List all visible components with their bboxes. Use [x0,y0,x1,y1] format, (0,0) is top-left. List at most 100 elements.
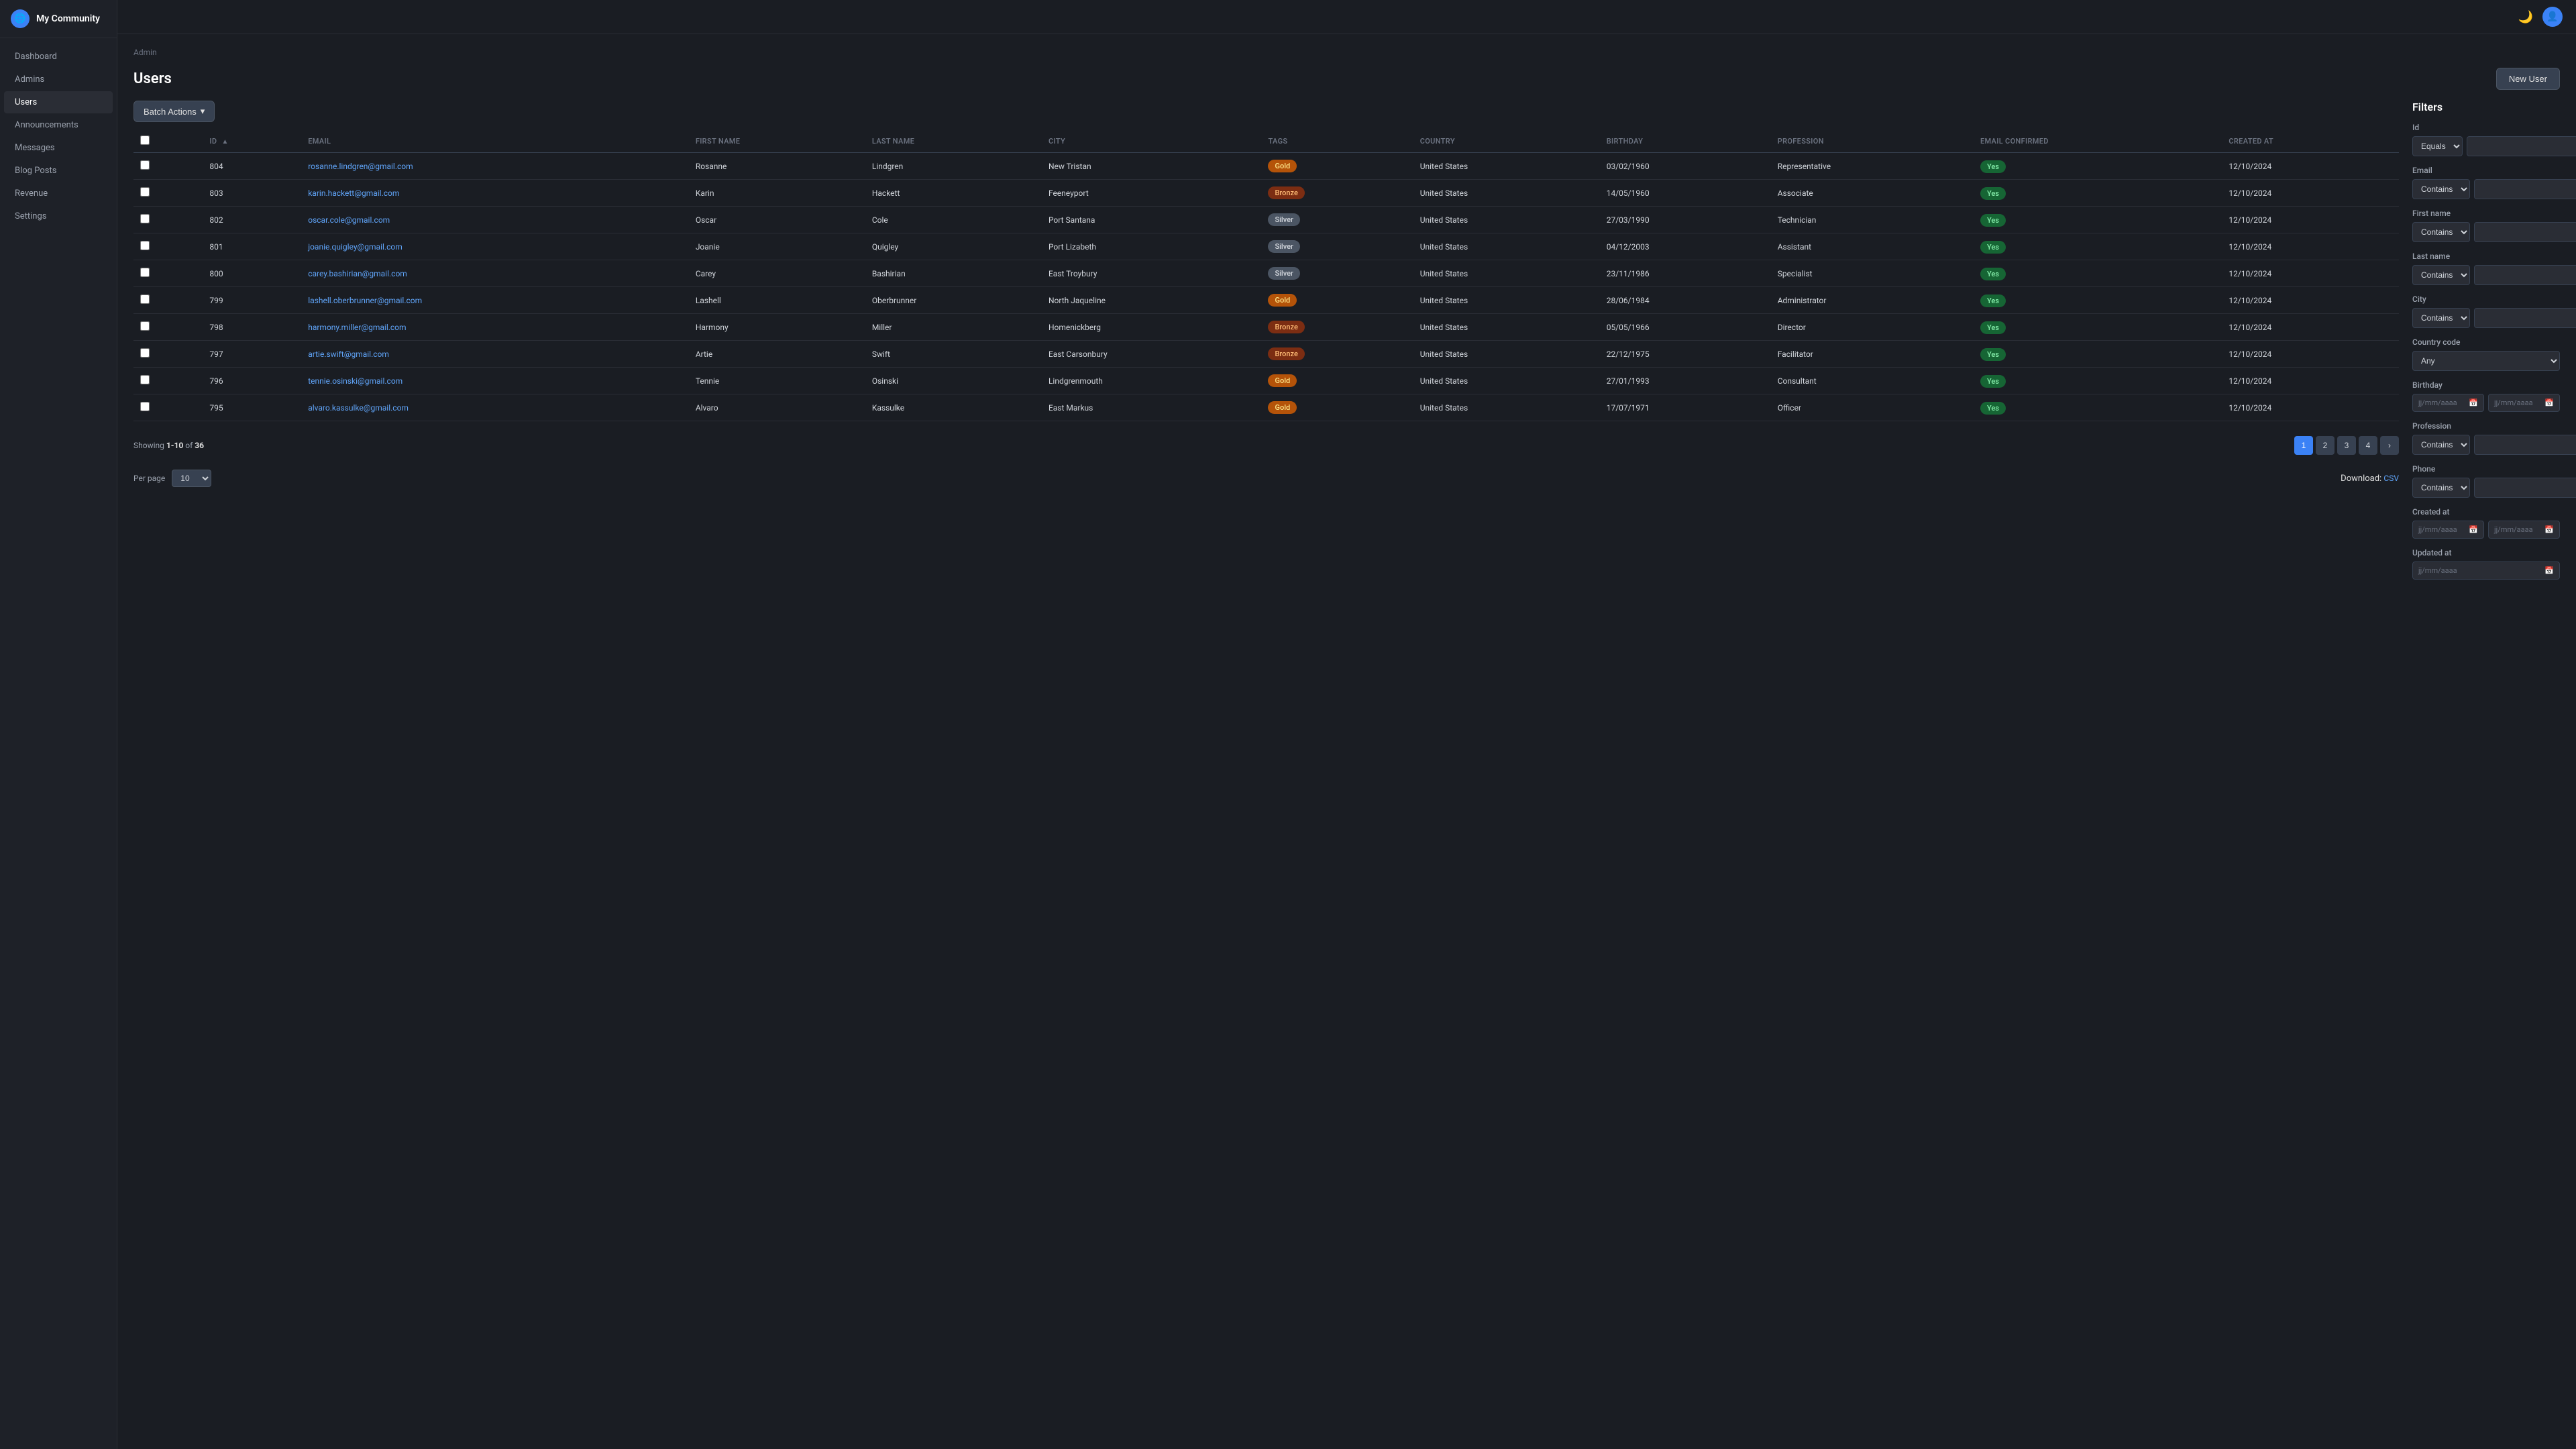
col-last-name: LAST NAME [865,130,1042,153]
email-link[interactable]: alvaro.kassulke@gmail.com [308,403,409,413]
row-checkbox[interactable] [140,187,150,197]
cell-birthday: 28/06/1984 [1600,287,1771,314]
filter-city-input[interactable] [2474,308,2576,328]
cell-id: 804 [203,153,301,180]
page-btn-4[interactable]: 4 [2359,436,2377,455]
user-avatar[interactable]: 👤 [2542,7,2563,27]
filter-birthday-to[interactable]: jj/mm/aaaa 📅 [2488,394,2560,412]
filter-id-input[interactable] [2467,136,2576,156]
page-next-button[interactable]: › [2380,436,2399,455]
row-checkbox[interactable] [140,321,150,331]
filter-phone-input[interactable] [2474,478,2576,498]
email-confirmed-badge: Yes [1980,294,2006,307]
table-row: 799 lashell.oberbrunner@gmail.com Lashel… [133,287,2399,314]
filter-first-name-operator[interactable]: ContainsEquals [2412,222,2470,242]
row-checkbox[interactable] [140,402,150,411]
filter-phone-operator[interactable]: ContainsEquals [2412,478,2470,498]
email-link[interactable]: harmony.miller@gmail.com [308,323,406,332]
row-checkbox[interactable] [140,348,150,358]
sidebar-item-blog-posts[interactable]: Blog Posts [4,160,113,182]
row-checkbox[interactable] [140,160,150,170]
col-email-confirmed: EMAIL CONFIRMED [1974,130,2222,153]
cell-birthday: 22/12/1975 [1600,341,1771,368]
per-page-label: Per page [133,474,165,483]
filter-profession-input[interactable] [2474,435,2576,455]
table-row: 796 tennie.osinski@gmail.com Tennie Osin… [133,368,2399,394]
cell-last-name: Quigley [865,233,1042,260]
cell-id: 795 [203,394,301,421]
page-title: Users [133,70,172,87]
row-checkbox-cell [133,341,203,368]
cell-email-confirmed: Yes [1974,394,2222,421]
download-label: Download: CSV [2341,474,2399,484]
row-checkbox-cell [133,153,203,180]
batch-actions-button[interactable]: Batch Actions ▾ [133,101,215,122]
filter-updated-at-from[interactable]: jj/mm/aaaa 📅 [2412,561,2560,580]
row-checkbox[interactable] [140,241,150,250]
row-checkbox[interactable] [140,214,150,223]
filter-city-operator[interactable]: ContainsEquals [2412,308,2470,328]
cell-first-name: Oscar [689,207,865,233]
sidebar-item-settings[interactable]: Settings [4,205,113,227]
page-btn-3[interactable]: 3 [2337,436,2356,455]
birthday-to-placeholder: jj/mm/aaaa [2494,398,2533,407]
row-checkbox-cell [133,260,203,287]
filter-first-name-input[interactable] [2474,222,2576,242]
filters-panel: Filters Id Equals Email [2412,101,2560,1436]
filter-email-input[interactable] [2474,179,2576,199]
sidebar-item-admins[interactable]: Admins [4,68,113,91]
csv-download-link[interactable]: CSV [2383,474,2399,483]
email-link[interactable]: tennie.osinski@gmail.com [308,376,402,386]
filter-created-at-to[interactable]: jj/mm/aaaa 📅 [2488,521,2560,539]
email-link[interactable]: lashell.oberbrunner@gmail.com [308,296,422,305]
theme-toggle-icon[interactable]: 🌙 [2518,10,2533,24]
cell-email-confirmed: Yes [1974,180,2222,207]
filter-country-code-select[interactable]: Any US GB [2412,351,2560,371]
cell-profession: Specialist [1771,260,1974,287]
filter-profession-operator[interactable]: ContainsEquals [2412,435,2470,455]
filter-birthday-from[interactable]: jj/mm/aaaa 📅 [2412,394,2484,412]
table-row: 804 rosanne.lindgren@gmail.com Rosanne L… [133,153,2399,180]
page-btn-1[interactable]: 1 [2294,436,2313,455]
email-confirmed-badge: Yes [1980,187,2006,200]
cell-birthday: 05/05/1966 [1600,314,1771,341]
new-user-button[interactable]: New User [2496,68,2560,90]
email-link[interactable]: karin.hackett@gmail.com [308,189,399,198]
filter-id-operator[interactable]: Equals [2412,136,2463,156]
sidebar-item-dashboard[interactable]: Dashboard [4,46,113,68]
cell-birthday: 14/05/1960 [1600,180,1771,207]
row-checkbox-cell [133,180,203,207]
row-checkbox[interactable] [140,294,150,304]
sidebar-item-announcements[interactable]: Announcements [4,114,113,136]
email-link[interactable]: rosanne.lindgren@gmail.com [308,162,413,171]
sidebar-item-revenue[interactable]: Revenue [4,182,113,205]
filter-last-name-input[interactable] [2474,265,2576,285]
page-btn-2[interactable]: 2 [2316,436,2334,455]
cell-email: alvaro.kassulke@gmail.com [301,394,689,421]
cell-birthday: 17/07/1971 [1600,394,1771,421]
filter-country-code: Country code Any US GB [2412,337,2560,371]
filter-last-name-operator[interactable]: ContainsEquals [2412,265,2470,285]
row-checkbox[interactable] [140,375,150,384]
sidebar-item-users[interactable]: Users [4,91,113,113]
filter-phone-label: Phone [2412,464,2560,474]
cell-id: 797 [203,341,301,368]
logo-icon: 🌐 [14,13,25,24]
sidebar-item-messages[interactable]: Messages [4,137,113,159]
select-all-checkbox[interactable] [140,136,150,145]
email-link[interactable]: joanie.quigley@gmail.com [308,242,402,252]
email-link[interactable]: artie.swift@gmail.com [308,350,389,359]
tag-badge: Bronze [1268,347,1304,360]
cell-email: karin.hackett@gmail.com [301,180,689,207]
cell-email-confirmed: Yes [1974,233,2222,260]
filter-created-at-from[interactable]: jj/mm/aaaa 📅 [2412,521,2484,539]
email-link[interactable]: carey.bashirian@gmail.com [308,269,407,278]
row-checkbox[interactable] [140,268,150,277]
table-section: Batch Actions ▾ ID ▲ [133,101,2399,1436]
users-table: ID ▲ EMAIL FIRST NAME LAST NAME CITY TAG… [133,130,2399,421]
per-page-select[interactable]: 102550100 [172,470,211,487]
filter-birthday: Birthday jj/mm/aaaa 📅 jj/mm/aaaa 📅 [2412,380,2560,412]
col-id[interactable]: ID ▲ [203,130,301,153]
email-link[interactable]: oscar.cole@gmail.com [308,215,390,225]
filter-email-operator[interactable]: ContainsEquals [2412,179,2470,199]
